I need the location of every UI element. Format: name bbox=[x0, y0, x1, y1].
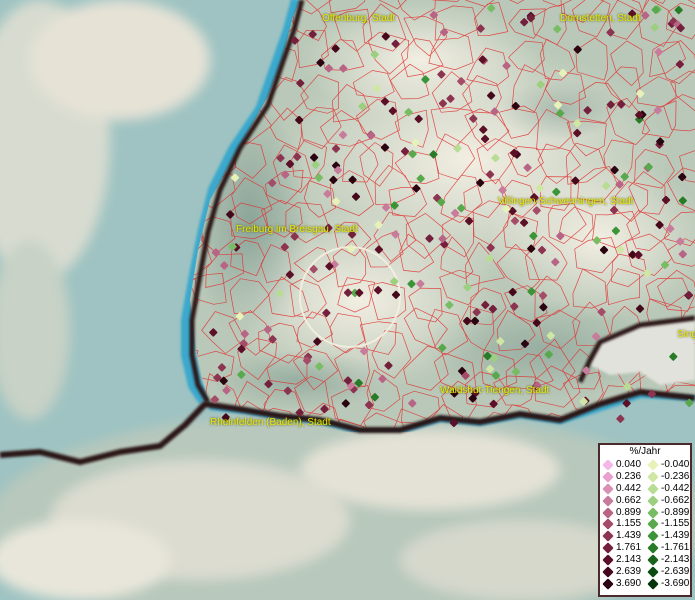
city-label-waldshut-tiengen: Waldshut-Tiengen, Stadt bbox=[440, 385, 550, 396]
legend-swatch bbox=[602, 530, 614, 542]
legend-entry-pos: 3.690 bbox=[600, 578, 645, 590]
legend-value: -2.143 bbox=[661, 554, 690, 566]
legend-swatch bbox=[647, 471, 659, 483]
legend-entry-neg: -1.439 bbox=[645, 530, 690, 542]
city-label-singen: Sing bbox=[677, 329, 695, 340]
legend-row: 0.442 -0.442 bbox=[600, 483, 690, 495]
legend-row: 0.662 -0.662 bbox=[600, 495, 690, 507]
city-label-villingen-schwenningen: Villingen-Schwenningen, Stadt bbox=[498, 196, 634, 207]
legend-swatch bbox=[647, 578, 659, 590]
legend-value: 1.439 bbox=[616, 530, 642, 542]
legend-swatch bbox=[602, 578, 614, 590]
legend-swatch bbox=[602, 566, 614, 578]
legend-entry-pos: 1.439 bbox=[600, 530, 645, 542]
legend-row: 1.155 -1.155 bbox=[600, 518, 690, 531]
legend-row: 3.690 -3.690 bbox=[600, 578, 690, 590]
legend-entry-neg: -1.155 bbox=[645, 518, 690, 531]
legend-rows: 0.040 -0.040 0.236 -0.236 0.442 -0.442 0.662 -0… bbox=[600, 459, 690, 590]
legend-value: -3.690 bbox=[661, 577, 690, 589]
legend-entry-pos: 0.040 bbox=[600, 459, 645, 471]
legend-swatch bbox=[647, 554, 659, 566]
legend: %/Jahr 0.040 -0.040 0.236 -0.236 0.442 -0.442… bbox=[598, 443, 692, 597]
legend-swatch bbox=[602, 471, 614, 483]
legend-entry-neg: -0.236 bbox=[645, 471, 690, 483]
legend-entry-pos: 1.155 bbox=[600, 518, 645, 531]
city-label-offenburg: Offenburg, Stadt bbox=[322, 13, 396, 24]
legend-swatch bbox=[647, 566, 659, 578]
legend-entry-neg: -0.662 bbox=[645, 495, 690, 507]
legend-entry-pos: 0.442 bbox=[600, 483, 645, 495]
legend-value: -2.639 bbox=[661, 566, 690, 578]
legend-entry-neg: -3.690 bbox=[645, 578, 690, 590]
legend-swatch bbox=[602, 506, 614, 519]
legend-swatch bbox=[602, 554, 614, 566]
legend-value: 1.155 bbox=[616, 518, 642, 530]
legend-swatch bbox=[647, 459, 659, 471]
legend-value: -1.439 bbox=[661, 530, 690, 542]
legend-value: 3.690 bbox=[616, 577, 642, 589]
legend-value: 2.143 bbox=[616, 554, 642, 566]
legend-entry-pos: 0.899 bbox=[600, 507, 645, 519]
legend-swatch bbox=[647, 483, 659, 495]
relief-map[interactable] bbox=[0, 0, 695, 600]
legend-value: 0.236 bbox=[616, 470, 642, 482]
legend-value: -1.761 bbox=[661, 542, 690, 554]
legend-value: -0.236 bbox=[661, 470, 690, 482]
legend-swatch bbox=[647, 494, 659, 507]
legend-value: -0.442 bbox=[661, 482, 690, 494]
legend-swatch bbox=[602, 494, 614, 507]
legend-entry-neg: -2.143 bbox=[645, 554, 690, 566]
legend-swatch bbox=[647, 518, 659, 531]
legend-entry-neg: -0.040 bbox=[645, 459, 690, 471]
legend-entry-pos: 1.761 bbox=[600, 542, 645, 554]
legend-entry-neg: -0.442 bbox=[645, 483, 690, 495]
legend-value: 2.639 bbox=[616, 566, 642, 578]
legend-value: 0.040 bbox=[616, 459, 642, 470]
legend-value: 0.662 bbox=[616, 494, 642, 506]
legend-entry-pos: 0.662 bbox=[600, 495, 645, 507]
legend-entry-neg: -0.899 bbox=[645, 507, 690, 519]
legend-value: -0.040 bbox=[661, 459, 690, 470]
legend-row: 2.143 -2.143 bbox=[600, 554, 690, 566]
legend-row: 2.639 -2.639 bbox=[600, 566, 690, 578]
legend-value: -0.662 bbox=[661, 494, 690, 506]
city-label-dornstetten: Dornstetten, Stadt bbox=[560, 13, 641, 24]
legend-row: 1.761 -1.761 bbox=[600, 542, 690, 554]
legend-entry-pos: 2.143 bbox=[600, 554, 645, 566]
legend-swatch bbox=[602, 542, 614, 554]
city-label-freiburg: Freiburg im Breisgau, Stadt bbox=[236, 224, 358, 235]
legend-swatch bbox=[647, 530, 659, 542]
legend-entry-pos: 0.236 bbox=[600, 471, 645, 483]
legend-swatch bbox=[602, 459, 614, 471]
legend-value: -1.155 bbox=[661, 518, 690, 530]
legend-entry-pos: 2.639 bbox=[600, 566, 645, 578]
legend-entry-neg: -1.761 bbox=[645, 542, 690, 554]
legend-value: 0.442 bbox=[616, 482, 642, 494]
legend-row: 0.899 -0.899 bbox=[600, 507, 690, 519]
legend-title: %/Jahr bbox=[629, 446, 661, 457]
legend-row: 1.439 -1.439 bbox=[600, 530, 690, 542]
legend-value: 0.899 bbox=[616, 506, 642, 518]
legend-value: 1.761 bbox=[616, 542, 642, 554]
legend-value: -0.899 bbox=[661, 506, 690, 518]
legend-swatch bbox=[647, 542, 659, 554]
legend-swatch bbox=[647, 506, 659, 519]
legend-entry-neg: -2.639 bbox=[645, 566, 690, 578]
city-label-rheinfelden: Rheinfelden (Baden), Stadt bbox=[210, 417, 331, 428]
legend-swatch bbox=[602, 483, 614, 495]
legend-swatch bbox=[602, 518, 614, 531]
legend-row: 0.040 -0.040 bbox=[600, 459, 690, 471]
legend-row: 0.236 -0.236 bbox=[600, 471, 690, 483]
